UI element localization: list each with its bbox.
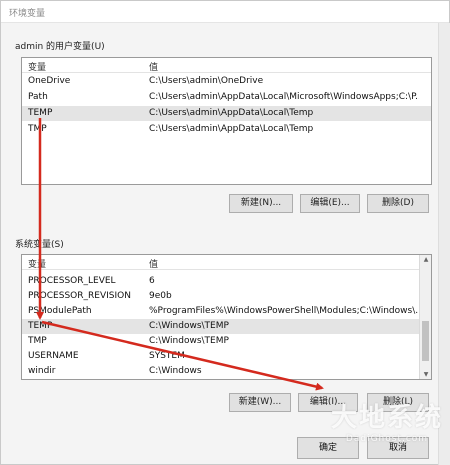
var-name: TMP	[28, 336, 47, 346]
var-value: 6	[149, 276, 155, 286]
var-name: TMP	[28, 124, 47, 134]
system-vars-header: 变量 值	[22, 255, 431, 270]
var-value: C:\Users\admin\OneDrive	[149, 76, 264, 86]
var-name: OneDrive	[28, 76, 71, 86]
var-name: PSModulePath	[28, 306, 92, 316]
title-bar: 环境变量	[1, 1, 449, 23]
column-header-variable[interactable]: 变量	[28, 60, 46, 73]
scroll-up-arrow-icon[interactable]: ▲	[420, 256, 431, 263]
sys-var-row-tmp[interactable]: TMP C:\Windows\TEMP	[22, 334, 431, 349]
sys-var-row-psmodulepath[interactable]: PSModulePath %ProgramFiles%\WindowsPower…	[22, 304, 431, 319]
watermark-title: 大地系统	[330, 403, 443, 433]
var-value: C:\Users\admin\AppData\Local\Microsoft\W…	[149, 92, 419, 102]
var-name: USERNAME	[28, 351, 79, 361]
sys-var-row-temp[interactable]: TEMP C:\Windows\TEMP	[22, 319, 431, 334]
var-value: %ProgramFiles%\WindowsPowerShell\Modules…	[149, 306, 419, 316]
system-vars-list[interactable]: 变量 值 PROCESSOR_LEVEL 6 PROCESSOR_REVISIO…	[21, 254, 432, 380]
var-value: 9e0b	[149, 291, 172, 301]
window-title: 环境变量	[9, 9, 46, 19]
column-header-value[interactable]: 值	[149, 60, 158, 73]
var-value: SYSTEM	[149, 351, 185, 361]
sys-var-row-username[interactable]: USERNAME SYSTEM	[22, 349, 431, 364]
background-window-edge	[438, 23, 450, 465]
sys-var-row-processor-revision[interactable]: PROCESSOR_REVISION 9e0b	[22, 289, 431, 304]
var-name: Path	[28, 92, 48, 102]
user-edit-button[interactable]: 编辑(E)...	[300, 194, 360, 213]
user-var-row-tmp[interactable]: TMP C:\Users\admin\AppData\Local\Temp	[22, 122, 431, 137]
var-name: TEMP	[28, 108, 53, 118]
column-header-variable[interactable]: 变量	[28, 257, 46, 270]
sys-var-row-windir[interactable]: windir C:\Windows	[22, 364, 431, 379]
user-vars-header: 变量 值	[22, 58, 431, 73]
var-name: PROCESSOR_REVISION	[28, 291, 131, 301]
var-value: C:\Windows	[149, 366, 202, 376]
watermark-logo: 大地系统 DadiGhost.com	[328, 402, 446, 464]
var-name: windir	[28, 366, 56, 376]
user-delete-button[interactable]: 删除(D)	[367, 194, 429, 213]
user-vars-list[interactable]: 变量 值 OneDrive C:\Users\admin\OneDrive Pa…	[21, 57, 432, 185]
scroll-down-arrow-icon[interactable]: ▼	[420, 371, 431, 378]
environment-variables-dialog: 环境变量 admin 的用户变量(U) 变量 值 OneDrive C:\Use…	[0, 0, 450, 465]
user-var-row-onedrive[interactable]: OneDrive C:\Users\admin\OneDrive	[22, 74, 431, 89]
user-var-row-temp[interactable]: TEMP C:\Users\admin\AppData\Local\Temp	[22, 106, 431, 121]
column-header-value[interactable]: 值	[149, 257, 158, 270]
user-var-row-path[interactable]: Path C:\Users\admin\AppData\Local\Micros…	[22, 90, 431, 105]
var-value: C:\Windows\TEMP	[149, 336, 229, 346]
var-name: PROCESSOR_LEVEL	[28, 276, 116, 286]
system-new-button[interactable]: 新建(W)...	[229, 393, 291, 412]
user-vars-label: admin 的用户变量(U)	[15, 42, 105, 52]
var-name: TEMP	[28, 321, 53, 331]
sys-var-row-processor-level[interactable]: PROCESSOR_LEVEL 6	[22, 274, 431, 289]
user-new-button[interactable]: 新建(N)...	[229, 194, 293, 213]
var-value: C:\Users\admin\AppData\Local\Temp	[149, 108, 314, 118]
var-value: C:\Windows\TEMP	[149, 321, 229, 331]
system-vars-label: 系统变量(S)	[15, 240, 64, 250]
watermark-url: DadiGhost.com	[345, 434, 429, 444]
var-value: C:\Users\admin\AppData\Local\Temp	[149, 124, 314, 134]
system-vars-scrollbar[interactable]: ▲ ▼	[419, 255, 431, 379]
scroll-thumb[interactable]	[422, 321, 429, 361]
